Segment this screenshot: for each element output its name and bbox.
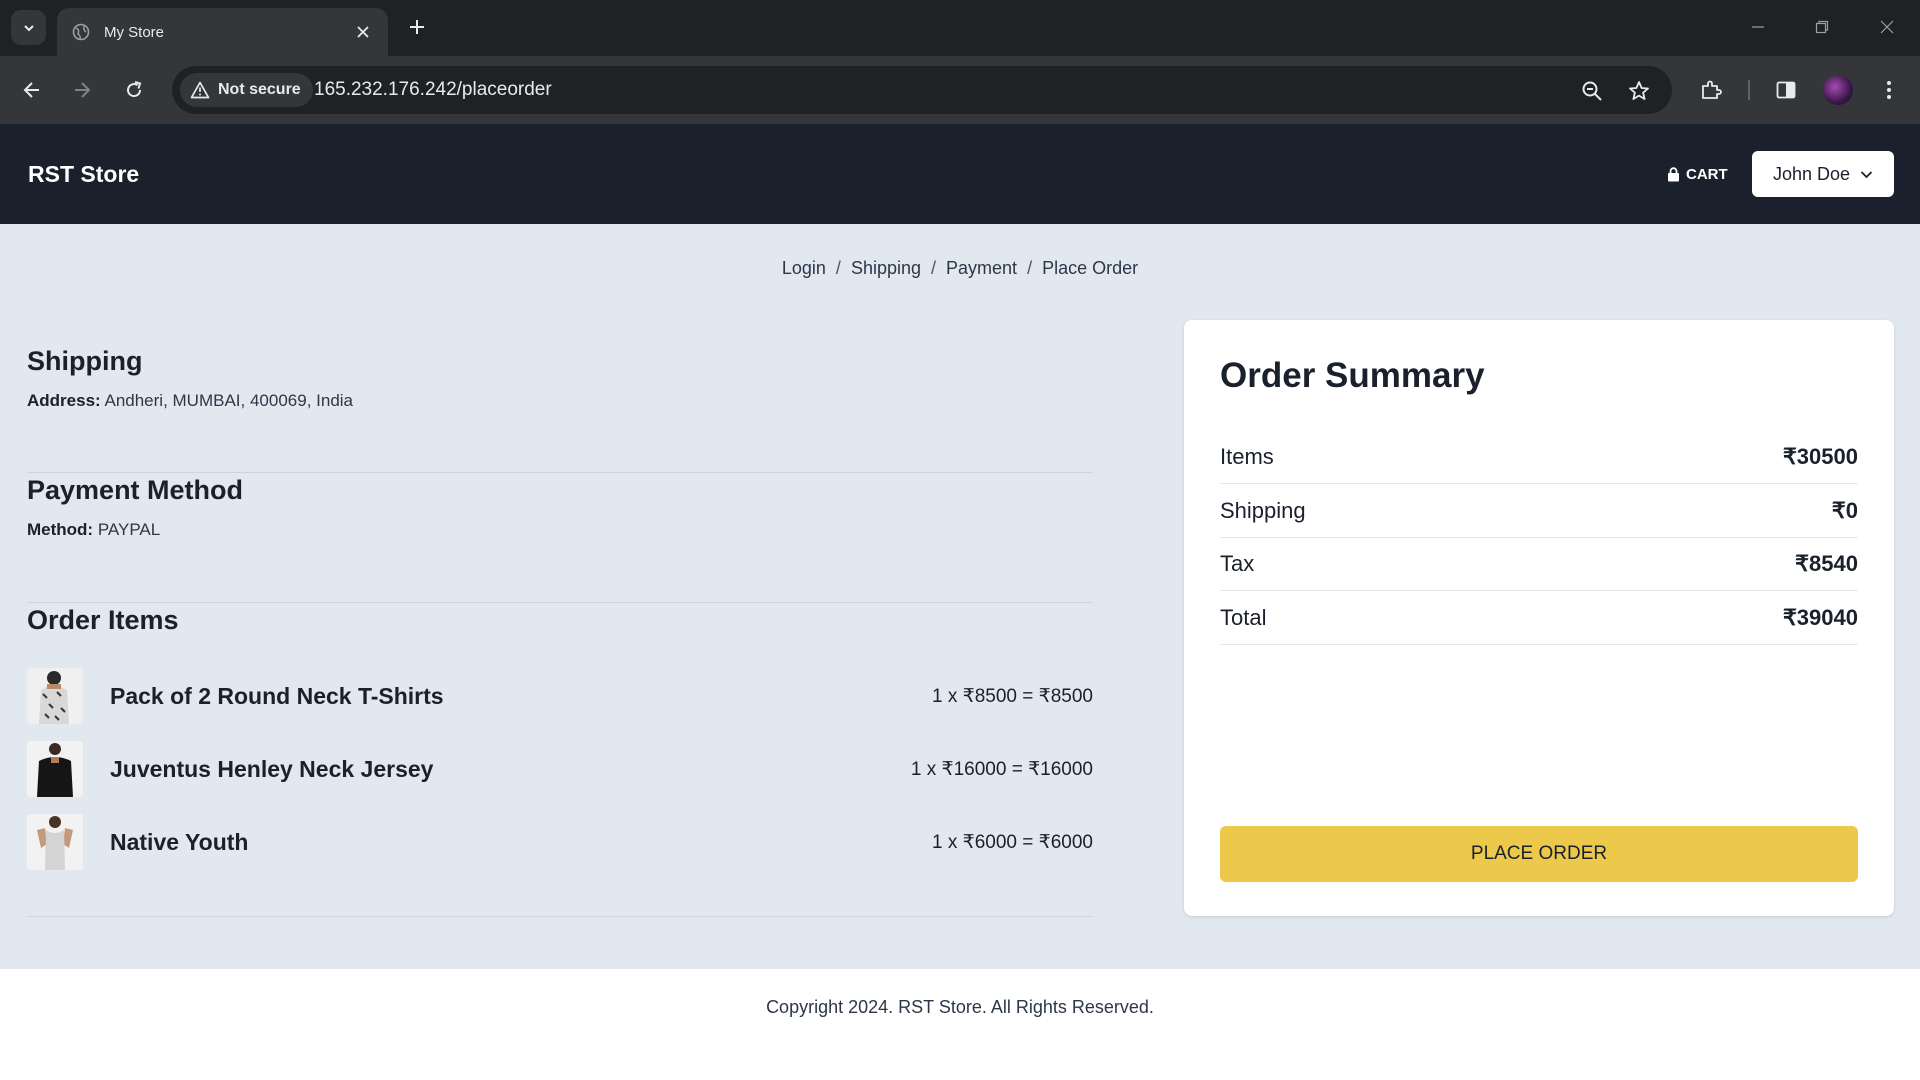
breadcrumb-separator: / bbox=[931, 258, 937, 278]
zoom-icon[interactable] bbox=[1579, 78, 1605, 104]
breadcrumb-payment[interactable]: Payment bbox=[946, 258, 1017, 278]
breadcrumb-separator: / bbox=[1027, 258, 1033, 278]
menu-icon[interactable] bbox=[1871, 72, 1907, 108]
restore-icon[interactable] bbox=[1802, 12, 1842, 42]
order-item: Juventus Henley Neck Jersey 1 x ₹16000 =… bbox=[27, 741, 1093, 797]
page: RST Store CART John Doe Login / Shipping / P… bbox=[0, 124, 1920, 1080]
summary-row-tax: Tax ₹8540 bbox=[1220, 537, 1858, 591]
site-footer: Copyright 2024. RST Store. All Rights Re… bbox=[0, 969, 1920, 1080]
item-name[interactable]: Juventus Henley Neck Jersey bbox=[110, 756, 911, 783]
summary-label: Total bbox=[1220, 604, 1267, 630]
back-icon[interactable] bbox=[14, 72, 50, 108]
order-items-title: Order Items bbox=[27, 605, 179, 635]
item-name[interactable]: Native Youth bbox=[110, 829, 932, 856]
forward-icon[interactable] bbox=[64, 72, 100, 108]
breadcrumb: Login / Shipping / Payment / Place Order bbox=[0, 258, 1920, 279]
method-value: PAYPAL bbox=[97, 520, 161, 539]
site-navbar: RST Store CART John Doe bbox=[0, 124, 1920, 224]
security-chip[interactable]: Not secure bbox=[180, 73, 313, 107]
summary-label: Tax bbox=[1220, 550, 1255, 576]
copyright-text: Copyright 2024. RST Store. All Rights Re… bbox=[766, 997, 1154, 1017]
window-close-icon[interactable] bbox=[1867, 12, 1907, 42]
breadcrumb-separator: / bbox=[835, 258, 841, 278]
item-calc: 1 x ₹16000 = ₹16000 bbox=[910, 758, 1093, 780]
address-bar[interactable]: Not secure 165.232.176.242/placeorder bbox=[172, 66, 1672, 114]
tab-search-button[interactable] bbox=[11, 10, 46, 45]
minimize-icon[interactable] bbox=[1738, 12, 1778, 42]
shipping-title: Shipping bbox=[27, 346, 143, 376]
browser-toolbar: Not secure 165.232.176.242/placeorder bbox=[0, 56, 1920, 124]
plus-icon[interactable] bbox=[402, 12, 432, 42]
close-icon[interactable] bbox=[352, 21, 374, 43]
side-panel-icon[interactable] bbox=[1768, 72, 1804, 108]
summary-label: Items bbox=[1220, 443, 1274, 469]
payment-title: Payment Method bbox=[27, 475, 244, 505]
item-calc: 1 x ₹6000 = ₹6000 bbox=[932, 831, 1093, 853]
warning-icon bbox=[190, 81, 210, 99]
order-summary-card: Order Summary Items ₹30500 Shipping ₹0 T… bbox=[1184, 320, 1894, 916]
summary-row-items: Items ₹30500 bbox=[1220, 430, 1858, 484]
shipping-address: Address: Andheri, MUMBAI, 400069, India bbox=[27, 391, 1093, 411]
summary-label: Shipping bbox=[1220, 497, 1306, 523]
order-item: Pack of 2 Round Neck T-Shirts 1 x ₹8500 … bbox=[27, 668, 1093, 724]
brand-logo[interactable]: RST Store bbox=[28, 124, 139, 224]
product-image[interactable] bbox=[27, 814, 83, 870]
url-text[interactable]: 165.232.176.242/placeorder bbox=[314, 66, 552, 114]
tab-title: My Store bbox=[104, 23, 165, 41]
order-items-section: Order Items Pack of 2 Round Neck T-Shirt… bbox=[27, 605, 1093, 917]
extensions-icon[interactable] bbox=[1693, 72, 1729, 108]
summary-value: ₹39040 bbox=[1782, 604, 1858, 630]
cart-label: CART bbox=[1686, 165, 1728, 183]
address-label: Address: bbox=[27, 391, 101, 410]
breadcrumb-place-order[interactable]: Place Order bbox=[1042, 258, 1138, 278]
star-icon[interactable] bbox=[1626, 78, 1652, 104]
avatar[interactable] bbox=[1823, 75, 1853, 105]
summary-value: ₹30500 bbox=[1782, 443, 1858, 469]
browser-tabstrip: My Store bbox=[0, 0, 1920, 56]
method-label: Method: bbox=[27, 520, 94, 539]
payment-section: Payment Method Method: PAYPAL bbox=[27, 475, 1093, 603]
order-item: Native Youth 1 x ₹6000 = ₹6000 bbox=[27, 814, 1093, 870]
toolbar-divider bbox=[1748, 80, 1750, 100]
reload-icon[interactable] bbox=[116, 72, 152, 108]
product-image[interactable] bbox=[27, 741, 83, 797]
payment-method: Method: PAYPAL bbox=[27, 520, 1093, 540]
summary-title: Order Summary bbox=[1220, 356, 1485, 395]
breadcrumb-shipping[interactable]: Shipping bbox=[851, 258, 921, 278]
item-calc: 1 x ₹8500 = ₹8500 bbox=[932, 685, 1093, 707]
user-menu-button[interactable]: John Doe bbox=[1752, 151, 1894, 197]
product-image[interactable] bbox=[27, 668, 83, 724]
globe-icon bbox=[71, 22, 91, 42]
item-name[interactable]: Pack of 2 Round Neck T-Shirts bbox=[110, 683, 932, 710]
tab-search-icon bbox=[23, 24, 34, 31]
cart-link[interactable]: CART bbox=[1667, 162, 1728, 186]
security-label: Not secure bbox=[218, 81, 301, 98]
browser-tab[interactable]: My Store bbox=[57, 8, 388, 56]
chevron-down-icon bbox=[1860, 170, 1873, 178]
user-name: John Doe bbox=[1772, 163, 1851, 184]
breadcrumb-login[interactable]: Login bbox=[782, 258, 826, 278]
lock-icon bbox=[1668, 166, 1679, 181]
summary-value: ₹0 bbox=[1831, 497, 1858, 523]
address-value: Andheri, MUMBAI, 400069, India bbox=[104, 391, 354, 410]
summary-value: ₹8540 bbox=[1795, 550, 1858, 576]
summary-row-total: Total ₹39040 bbox=[1220, 591, 1858, 645]
place-order-button[interactable]: PLACE ORDER bbox=[1220, 826, 1858, 882]
summary-row-shipping: Shipping ₹0 bbox=[1220, 484, 1858, 538]
shipping-section: Shipping Address: Andheri, MUMBAI, 40006… bbox=[27, 346, 1093, 473]
